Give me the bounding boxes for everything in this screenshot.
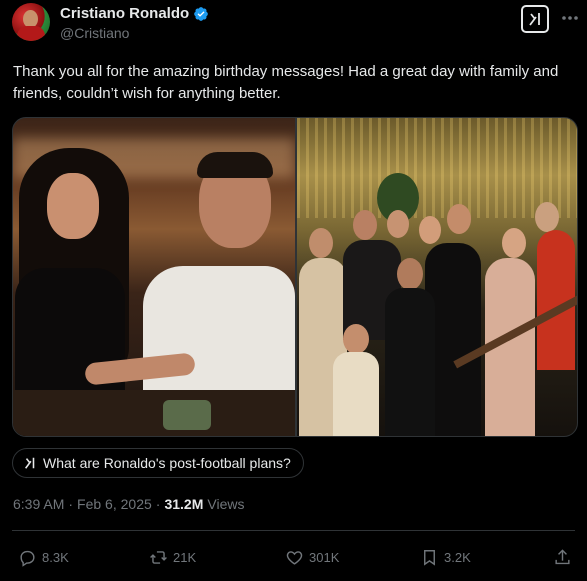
person-head bbox=[309, 228, 333, 258]
reply-count: 8.3K bbox=[42, 549, 69, 565]
like-button[interactable]: 301K bbox=[285, 545, 339, 569]
grok-question-button[interactable]: What are Ronaldo's post-football plans? bbox=[12, 448, 304, 478]
avatar-shirt bbox=[17, 26, 45, 41]
reply-button[interactable]: 8.3K bbox=[18, 545, 69, 569]
person-head bbox=[502, 228, 526, 258]
views-label: Views bbox=[207, 496, 245, 512]
boy-jacket bbox=[385, 288, 435, 436]
reply-icon bbox=[20, 550, 35, 567]
repost-button[interactable]: 21K bbox=[149, 545, 196, 569]
author-display-name[interactable]: Cristiano Ronaldo bbox=[60, 5, 189, 22]
meta-separator: · bbox=[68, 496, 74, 512]
grok-button[interactable] bbox=[521, 5, 549, 33]
like-count: 301K bbox=[309, 549, 340, 565]
heart-icon bbox=[286, 550, 303, 565]
tweet-meta: 6:39 AM · Feb 6, 2025 · 31.2M Views bbox=[13, 496, 244, 512]
grok-icon bbox=[529, 13, 540, 26]
bookmark-icon bbox=[424, 549, 435, 566]
share-icon bbox=[555, 548, 570, 564]
grok-question-text: What are Ronaldo's post-football plans? bbox=[43, 455, 291, 471]
grok-icon bbox=[24, 457, 35, 469]
woman-face bbox=[47, 173, 99, 239]
man-hair bbox=[197, 152, 273, 178]
author-name-row: Cristiano Ronaldo bbox=[60, 5, 209, 22]
author-avatar[interactable] bbox=[12, 3, 50, 41]
tweet-time[interactable]: 6:39 AM bbox=[13, 496, 64, 512]
verified-badge-icon bbox=[194, 6, 209, 21]
person-head bbox=[419, 216, 441, 244]
photo-family[interactable] bbox=[297, 118, 577, 436]
more-options-icon[interactable] bbox=[560, 8, 580, 28]
girl-head bbox=[343, 324, 369, 354]
photo-couple[interactable] bbox=[13, 118, 295, 436]
gold-curtain bbox=[297, 118, 577, 218]
meta-separator: · bbox=[155, 496, 161, 512]
person-head bbox=[387, 210, 409, 238]
table bbox=[13, 390, 295, 436]
bookmark-count: 3.2K bbox=[444, 549, 471, 565]
glass bbox=[163, 400, 211, 430]
person-head bbox=[535, 202, 559, 232]
man-tshirt bbox=[143, 266, 295, 406]
girl-dress bbox=[333, 352, 379, 436]
repost-count: 21K bbox=[173, 549, 197, 565]
boy-head bbox=[397, 258, 423, 290]
tweet-date[interactable]: Feb 6, 2025 bbox=[77, 496, 152, 512]
share-button[interactable] bbox=[553, 545, 572, 569]
bookmark-button[interactable]: 3.2K bbox=[420, 545, 471, 569]
repost-icon bbox=[150, 550, 167, 564]
person-head bbox=[447, 204, 471, 234]
tweet-text: Thank you all for the amazing birthday m… bbox=[13, 63, 559, 102]
tweet-card: Cristiano Ronaldo @Cristiano Thank you a… bbox=[0, 0, 587, 581]
tweet-media[interactable] bbox=[12, 117, 578, 437]
author-handle[interactable]: @Cristiano bbox=[60, 25, 129, 41]
divider bbox=[12, 530, 575, 531]
action-bar: 8.3K 21K 301K 3.2K bbox=[0, 545, 587, 569]
person-head bbox=[353, 210, 377, 240]
views-count[interactable]: 31.2M bbox=[164, 496, 203, 512]
